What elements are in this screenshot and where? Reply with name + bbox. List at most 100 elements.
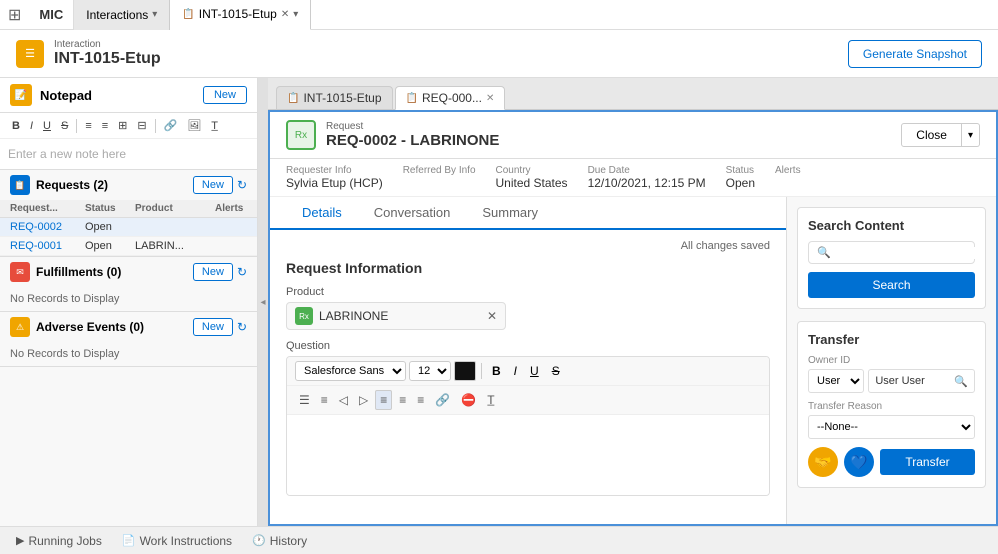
transfer-title: Transfer — [808, 332, 975, 347]
right-content: 📋 INT-1015-Etup 📋 REQ-000... ✕ Rx Reques… — [268, 78, 998, 526]
tab-conversation[interactable]: Conversation — [358, 197, 467, 230]
underline-button[interactable]: U — [39, 118, 55, 134]
italic-button[interactable]: I — [26, 118, 37, 134]
rte-link-button[interactable]: 🔗 — [431, 391, 454, 409]
rte-indent-button[interactable]: ▷ — [355, 391, 372, 409]
product-clear-button[interactable]: ✕ — [487, 309, 497, 323]
requests-section: 📋 Requests (2) New ↻ Request... Status P… — [0, 170, 257, 257]
rte-align-center-button[interactable]: ≡ — [395, 391, 410, 409]
close-dropdown-button[interactable]: ▾ — [962, 123, 980, 147]
rte-remove-link-button[interactable]: ⛔ — [457, 391, 480, 409]
details-body: All changes saved Request Information Pr… — [270, 230, 786, 524]
font-size-select[interactable]: 12 — [409, 361, 451, 381]
running-jobs-label: Running Jobs — [28, 534, 101, 548]
search-input[interactable] — [835, 247, 977, 259]
header-title: INT-1015-Etup — [54, 50, 161, 68]
transfer-button[interactable]: Transfer — [880, 449, 975, 475]
transfer-actions: 🤝 💙 Transfer — [808, 447, 975, 477]
meta-alerts-label: Alerts — [775, 165, 801, 176]
running-jobs-item[interactable]: ▶ Running Jobs — [16, 534, 102, 548]
notepad-area[interactable]: Enter a new note here — [0, 139, 257, 169]
generate-snapshot-button[interactable]: Generate Snapshot — [848, 40, 982, 68]
tab-summary[interactable]: Summary — [466, 197, 554, 230]
notepad-title: Notepad — [40, 88, 203, 103]
product-icon: Rx — [295, 307, 313, 325]
rte-align-right-button[interactable]: ≡ — [413, 391, 428, 409]
sub-tab-req-close[interactable]: ✕ — [486, 93, 494, 104]
bottom-bar: ▶ Running Jobs 📄 Work Instructions 🕐 His… — [0, 526, 998, 554]
tab-interactions[interactable]: Interactions ▾ — [74, 0, 170, 30]
align-left-button[interactable]: ≡ — [81, 118, 95, 134]
question-label: Question — [286, 340, 770, 352]
search-button[interactable]: Search — [808, 272, 975, 298]
link-button[interactable]: 🔗 — [160, 117, 182, 134]
request-title-wrap: Request REQ-0002 - LABRINONE — [326, 121, 499, 149]
strikethrough-button[interactable]: S — [57, 118, 72, 134]
sub-tab-req-icon: 📋 — [406, 93, 418, 104]
transfer-reason-select[interactable]: --None-- — [808, 415, 975, 439]
rte-ordered-list-button[interactable]: ≡ — [317, 391, 332, 409]
rte-content-area[interactable] — [287, 415, 769, 495]
meta-country: Country United States — [496, 165, 568, 190]
sub-tabs-bar: 📋 INT-1015-Etup 📋 REQ-000... ✕ — [268, 78, 998, 110]
rte-bold-button[interactable]: B — [487, 362, 506, 380]
clear-format-button[interactable]: T̲ — [207, 118, 222, 134]
owner-value-input-wrap: User User 🔍 — [868, 369, 975, 393]
tab-interactions-dropdown[interactable]: ▾ — [152, 9, 157, 20]
owner-id-label: Owner ID — [808, 355, 975, 366]
tab-int1015-close[interactable]: ✕ — [281, 9, 289, 20]
bold-button[interactable]: B — [8, 118, 24, 134]
tab-int1015[interactable]: 📋 INT-1015-Etup ✕ ▾ — [170, 0, 311, 30]
table-button[interactable]: ⊟ — [133, 117, 150, 134]
ordered-list-button[interactable]: ≡ — [98, 118, 112, 134]
image-button[interactable]: 🖼 — [183, 117, 205, 134]
adverse-events-new-button[interactable]: New — [193, 318, 233, 336]
grid-icon[interactable]: ⊞ — [0, 5, 29, 25]
rte-clear-button[interactable]: T̲ — [483, 391, 498, 409]
rte-toolbar-1: Salesforce Sans 12 B I U — [287, 357, 769, 386]
meta-status-label: Status — [726, 165, 755, 176]
requests-title: Requests (2) — [36, 178, 193, 192]
indent-button[interactable]: ⊞ — [114, 117, 131, 134]
fulfillments-refresh-button[interactable]: ↻ — [237, 265, 247, 279]
font-color-button[interactable] — [454, 361, 476, 381]
owner-search-icon[interactable]: 🔍 — [954, 375, 968, 388]
work-instructions-icon: 📄 — [122, 534, 136, 547]
tab-details[interactable]: Details — [286, 197, 358, 230]
request-title: REQ-0002 - LABRINONE — [326, 132, 499, 149]
adverse-events-refresh-button[interactable]: ↻ — [237, 320, 247, 334]
rich-text-editor: Salesforce Sans 12 B I U — [286, 356, 770, 496]
fulfillments-new-button[interactable]: New — [193, 263, 233, 281]
history-item[interactable]: 🕐 History — [252, 534, 307, 548]
work-instructions-item[interactable]: 📄 Work Instructions — [122, 534, 232, 548]
transfer-action-1-button[interactable]: 🤝 — [808, 447, 838, 477]
notepad-icon: 📝 — [10, 84, 32, 106]
panel-collapse-handle[interactable]: ◂ — [258, 78, 268, 526]
rte-unordered-list-button[interactable]: ☰ — [295, 391, 314, 409]
rte-italic-button[interactable]: I — [509, 362, 522, 380]
owner-type-select[interactable]: User — [808, 369, 864, 393]
rte-separator-1 — [481, 363, 482, 379]
rte-underline-button[interactable]: U — [525, 362, 544, 380]
requests-new-button[interactable]: New — [193, 176, 233, 194]
rte-strikethrough-button[interactable]: S — [547, 362, 565, 380]
sub-tab-int[interactable]: 📋 INT-1015-Etup — [276, 86, 393, 109]
transfer-action-2-button[interactable]: 💙 — [844, 447, 874, 477]
request-header: Rx Request REQ-0002 - LABRINONE Close ▾ — [270, 112, 996, 159]
requests-refresh-button[interactable]: ↻ — [237, 178, 247, 192]
meta-due-date-label: Due Date — [588, 165, 706, 176]
adverse-events-title: Adverse Events (0) — [36, 320, 193, 334]
app-name: MIC — [29, 0, 74, 30]
close-button[interactable]: Close — [901, 123, 962, 147]
rte-outdent-button[interactable]: ◁ — [335, 391, 352, 409]
owner-id-inputs: User User User 🔍 — [808, 369, 975, 393]
sub-tab-int-icon: 📋 — [287, 93, 299, 104]
notepad-new-button[interactable]: New — [203, 86, 247, 104]
table-row[interactable]: REQ-0001 Open LABRIN... — [0, 237, 257, 256]
rte-align-left-button[interactable]: ≡ — [375, 390, 392, 410]
tab-int1015-dropdown[interactable]: ▾ — [293, 9, 298, 20]
sub-tab-req[interactable]: 📋 REQ-000... ✕ — [395, 86, 506, 110]
toolbar-separator-1 — [76, 119, 77, 133]
font-family-select[interactable]: Salesforce Sans — [295, 361, 406, 381]
table-row[interactable]: REQ-0002 Open — [0, 218, 257, 237]
